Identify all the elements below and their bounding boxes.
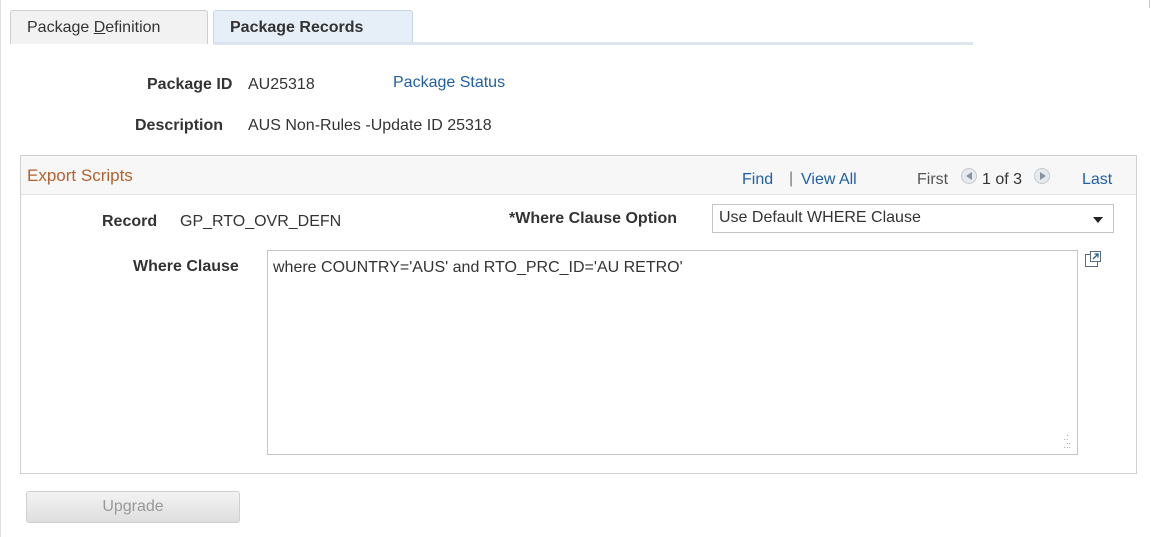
- package-id-label: Package ID: [147, 76, 233, 93]
- where-clause-textarea[interactable]: where COUNTRY='AUS' and RTO_PRC_ID='AU R…: [267, 250, 1078, 455]
- chevron-down-icon: [1093, 217, 1103, 223]
- where-clause-option-select[interactable]: Use Default WHERE Clause: [712, 204, 1114, 233]
- where-clause-text: where COUNTRY='AUS' and RTO_PRC_ID='AU R…: [273, 259, 683, 276]
- expand-textarea-icon[interactable]: [1084, 250, 1102, 268]
- upgrade-button[interactable]: Upgrade: [26, 491, 240, 523]
- tab-strip-underline: [213, 42, 973, 45]
- last-link[interactable]: Last: [1082, 171, 1112, 189]
- tab-label-post: efinition: [105, 19, 161, 36]
- export-scripts-title: Export Scripts: [27, 166, 133, 185]
- first-label: First: [917, 171, 949, 188]
- resize-grip-icon[interactable]: .:.::: [1063, 433, 1071, 450]
- tab-label-pre: Package: [27, 19, 94, 36]
- top-right-divider: [1149, 0, 1150, 8]
- tab-package-records[interactable]: Package Records: [213, 10, 413, 44]
- previous-arrow-icon[interactable]: [961, 167, 977, 185]
- find-link[interactable]: Find: [742, 171, 773, 189]
- description-label: Description: [135, 117, 224, 134]
- tab-package-definition[interactable]: Package Definition: [10, 10, 208, 44]
- next-arrow-icon[interactable]: [1034, 167, 1050, 185]
- record-value: GP_RTO_OVR_DEFN: [180, 213, 342, 230]
- where-clause-option-label: *Where Clause Option: [509, 210, 678, 227]
- tab-label: Package Records: [230, 19, 364, 36]
- page-left-border: [0, 0, 1, 537]
- package-id-value: AU25318: [248, 76, 315, 93]
- tab-label-accesskey: D: [93, 19, 106, 36]
- description-value: AUS Non-Rules -Update ID 25318: [248, 117, 492, 134]
- pager-text: 1 of 3: [982, 171, 1023, 188]
- nav-separator: |: [789, 170, 794, 187]
- where-clause-option-value: Use Default WHERE Clause: [719, 209, 921, 226]
- view-all-link[interactable]: View All: [801, 171, 857, 189]
- record-label: Record: [102, 213, 158, 230]
- where-clause-label: Where Clause: [133, 258, 239, 275]
- package-status-link[interactable]: Package Status: [393, 74, 505, 92]
